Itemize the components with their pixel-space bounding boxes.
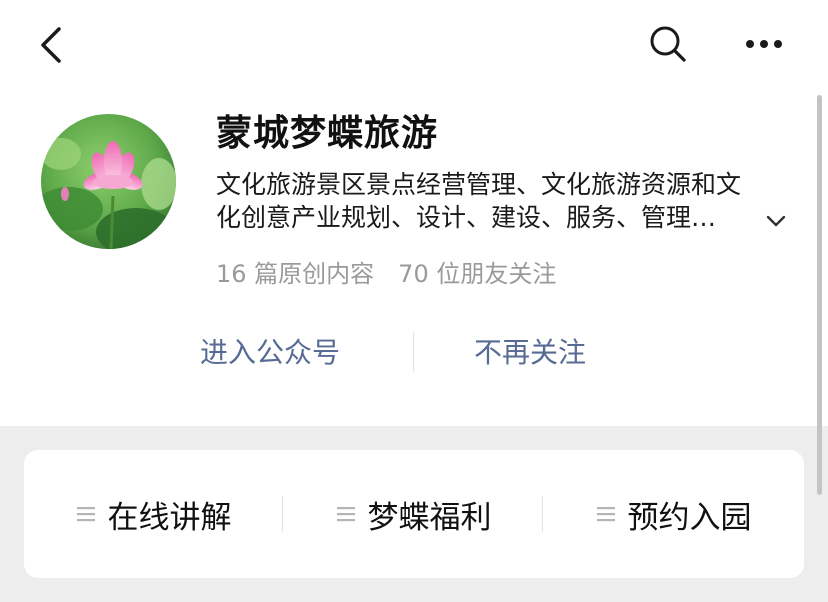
description-line-2: 化创意产业规划、设计、建设、服务、管理… [216, 203, 717, 232]
scrollbar[interactable] [817, 95, 822, 495]
original-articles-count: 16 篇原创内容 [216, 260, 375, 288]
action-divider [413, 332, 414, 372]
menu-divider [282, 496, 283, 532]
account-name: 蒙城梦蝶旅游 [216, 113, 439, 154]
back-button[interactable] [28, 22, 74, 68]
description-line-1: 文化旅游景区景点经营管理、文化旅游资源和文 [216, 170, 742, 199]
lotus-flower-avatar [41, 114, 176, 249]
menu-item-mengdie-benefits[interactable]: 梦蝶福利 [284, 450, 544, 578]
chevron-down-icon[interactable] [765, 212, 787, 230]
menu-divider [542, 496, 543, 532]
menu-item-label: 预约入园 [627, 499, 752, 536]
chevron-left-icon [41, 27, 61, 63]
menu-item-online-guide[interactable]: 在线讲解 [24, 450, 284, 578]
menu-list-icon [336, 507, 355, 522]
enter-account-button[interactable]: 进入公众号 [200, 330, 340, 376]
friends-following-count: 70 位朋友关注 [398, 260, 557, 288]
account-description[interactable]: 文化旅游景区景点经营管理、文化旅游资源和文 化创意产业规划、设计、建设、服务、管… [216, 168, 786, 234]
search-icon [650, 26, 686, 62]
top-nav-bar [0, 0, 828, 90]
avatar[interactable] [41, 114, 176, 249]
more-options-button[interactable] [740, 20, 788, 68]
custom-menu-bar: 在线讲解 梦蝶福利 预约入园 [24, 450, 804, 578]
menu-list-icon [596, 507, 615, 522]
menu-item-label: 梦蝶福利 [367, 499, 492, 536]
menu-item-book-entry[interactable]: 预约入园 [544, 450, 804, 578]
search-button[interactable] [644, 20, 692, 68]
more-horizontal-icon [746, 40, 782, 48]
menu-item-label: 在线讲解 [107, 499, 232, 536]
menu-list-icon [76, 507, 95, 522]
account-stats: 16 篇原创内容 70 位朋友关注 [216, 254, 556, 289]
unfollow-button[interactable]: 不再关注 [474, 330, 586, 376]
account-actions: 进入公众号 不再关注 [0, 330, 828, 376]
